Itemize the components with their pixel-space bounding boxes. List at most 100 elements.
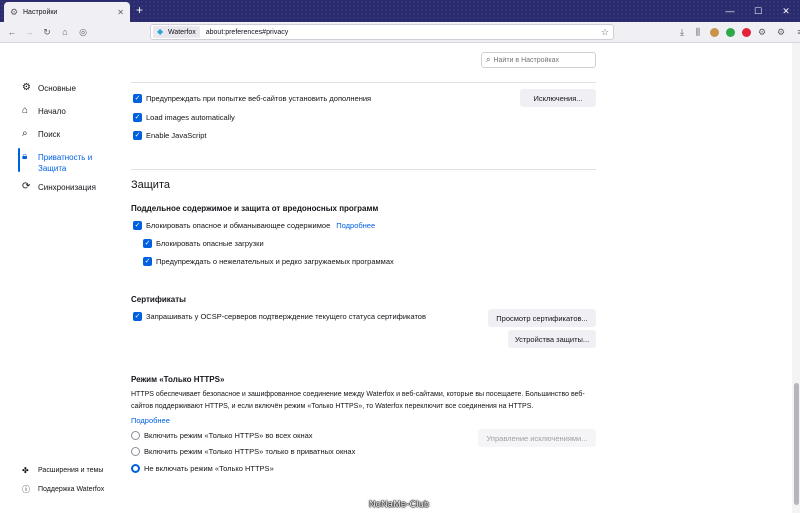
nav-bar: ← → ↻ ⌂ ◎ ◆ Waterfox about:preferences#p… [0, 22, 800, 43]
view-certificates-button[interactable]: Просмотр сертификатов... [488, 309, 596, 327]
home-icon: ⌂ [22, 105, 29, 116]
option-label: Включить режим «Только HTTPS» во всех ок… [144, 431, 313, 440]
menu-icon[interactable]: ≡ [792, 25, 800, 39]
toolbar-right: ⤓ ⫼ ⚙ ⚙ ≡ [674, 25, 800, 39]
tab-title: Настройки [23, 8, 58, 16]
extension-icon[interactable] [706, 25, 722, 39]
reload-icon[interactable]: ↻ [40, 25, 54, 39]
minimize-button[interactable]: — [716, 0, 744, 22]
window-controls: — ☐ ✕ [716, 0, 800, 22]
enable-js-option[interactable]: ✓ Enable JavaScript [133, 131, 206, 140]
sidebar-footer-label: Расширения и темы [38, 467, 104, 474]
option-label: Включить режим «Только HTTPS» только в п… [144, 447, 356, 456]
checkbox-checked[interactable]: ✓ [133, 113, 142, 122]
tab-bar: ⚙ Настройки ✕ + — ☐ ✕ [0, 0, 800, 22]
scrollbar-thumb[interactable] [794, 383, 799, 505]
checkbox-checked[interactable]: ✓ [133, 312, 142, 321]
checkbox-checked[interactable]: ✓ [143, 239, 152, 248]
active-indicator [18, 148, 20, 172]
https-heading: Режим «Только HTTPS» [131, 375, 225, 384]
sidebar: ⚙ Основные ⌂ Начало ⌕ Поиск 🔒︎ Приватнос… [22, 83, 122, 205]
security-devices-button[interactable]: Устройства защиты... [508, 330, 596, 348]
sidebar-item-label: Поиск [38, 130, 61, 139]
sidebar-footer: ✤ Расширения и темы ⓘ Поддержка Waterfox [22, 461, 104, 499]
close-window-button[interactable]: ✕ [772, 0, 800, 22]
back-icon[interactable]: ← [5, 25, 19, 39]
watermark: NoNaMe-Club [369, 499, 430, 509]
reader-icon[interactable]: ◎ [76, 25, 90, 39]
warn-addons-option[interactable]: ✓ Предупреждать при попытке веб-сайтов у… [133, 94, 371, 103]
sidebar-item-addons[interactable]: ✤ Расширения и темы [22, 461, 104, 480]
https-description: HTTPS обеспечивает безопасное и зашифров… [131, 391, 585, 410]
settings-icon[interactable]: ⚙ [770, 25, 792, 39]
puzzle-icon: ✤ [22, 466, 29, 475]
sidebar-item-search[interactable]: ⌕ Поиск [22, 129, 122, 152]
certificates-heading: Сертификаты [131, 295, 186, 304]
option-label: Предупреждать о нежелательных и редко за… [156, 257, 394, 266]
main-content: ✓ Предупреждать при попытке веб-сайтов у… [131, 43, 599, 513]
forward-icon[interactable]: → [22, 25, 36, 39]
radio-button[interactable] [131, 431, 140, 440]
checkbox-checked[interactable]: ✓ [133, 94, 142, 103]
option-label: Блокировать опасные загрузки [156, 239, 264, 248]
url-bar[interactable]: ◆ Waterfox about:preferences#privacy ☆ [150, 24, 614, 40]
sidebar-item-home[interactable]: ⌂ Начало [22, 106, 122, 129]
extension-icon[interactable]: ⚙ [754, 25, 770, 39]
option-label: Блокировать опасное и обманывающее содер… [146, 221, 331, 230]
https-option-all[interactable]: Включить режим «Только HTTPS» во всех ок… [131, 431, 313, 440]
sidebar-item-sync[interactable]: ⟳ Синхронизация [22, 182, 122, 205]
maximize-button[interactable]: ☐ [744, 0, 772, 22]
sync-icon: ⟳ [22, 181, 31, 192]
sidebar-footer-label: Поддержка Waterfox [38, 486, 105, 493]
new-tab-button[interactable]: + [136, 4, 143, 16]
url-text[interactable]: about:preferences#privacy [206, 29, 601, 36]
checkbox-checked[interactable]: ✓ [133, 131, 142, 140]
exceptions-button[interactable]: Исключения... [520, 89, 596, 107]
tab-settings[interactable]: ⚙ Настройки ✕ [4, 2, 130, 22]
library-icon[interactable]: ⫼ [690, 25, 706, 39]
gear-icon: ⚙ [10, 6, 19, 17]
close-tab-icon[interactable]: ✕ [117, 8, 124, 17]
https-option-off[interactable]: Не включать режим «Только HTTPS» [131, 464, 274, 473]
extension-icon[interactable] [722, 25, 738, 39]
divider [131, 169, 596, 170]
scrollbar[interactable] [792, 43, 800, 513]
option-label: Load images automatically [146, 113, 235, 122]
learn-more-link[interactable]: Подробнее [131, 416, 170, 425]
waterfox-logo-icon: ◆ [157, 27, 164, 36]
identity-label: Waterfox [168, 28, 196, 36]
sidebar-item-label: Основные [38, 84, 76, 93]
search-icon: ⌕ [22, 128, 28, 139]
identity-box[interactable]: ◆ Waterfox [153, 26, 200, 38]
section-title-security: Защита [131, 179, 170, 191]
block-downloads-option[interactable]: ✓ Блокировать опасные загрузки [143, 239, 264, 248]
sidebar-item-privacy[interactable]: 🔒︎ Приватность и Защита [22, 152, 122, 182]
sidebar-item-general[interactable]: ⚙ Основные [22, 83, 122, 106]
download-icon[interactable]: ⤓ [674, 25, 690, 39]
lock-icon: 🔒︎ [22, 151, 28, 162]
checkbox-checked[interactable]: ✓ [143, 257, 152, 266]
block-dangerous-option[interactable]: ✓ Блокировать опасное и обманывающее сод… [133, 221, 375, 230]
home-icon[interactable]: ⌂ [58, 25, 72, 39]
preferences-page: ⌕ ⚙ Основные ⌂ Начало ⌕ Поиск 🔒︎ Приватн… [0, 43, 800, 513]
deceptive-heading: Поддельное содержимое и защита от вредон… [131, 204, 379, 213]
sidebar-item-label: Приватность и Защита [38, 153, 93, 173]
warn-unwanted-option[interactable]: ✓ Предупреждать о нежелательных и редко … [143, 257, 394, 266]
radio-button[interactable] [131, 447, 140, 456]
option-label: Предупреждать при попытке веб-сайтов уст… [146, 94, 372, 103]
option-label: Не включать режим «Только HTTPS» [144, 464, 274, 473]
https-option-private[interactable]: Включить режим «Только HTTPS» только в п… [131, 447, 355, 456]
option-label: Запрашивать у OCSP-серверов подтверждени… [146, 312, 426, 321]
gear-icon: ⚙ [22, 82, 31, 93]
radio-button-selected[interactable] [131, 464, 140, 473]
sidebar-item-label: Синхронизация [38, 183, 96, 192]
ocsp-option[interactable]: ✓ Запрашивать у OCSP-серверов подтвержде… [133, 312, 426, 321]
learn-more-link[interactable]: Подробнее [336, 221, 375, 230]
sidebar-item-label: Начало [38, 107, 66, 116]
extension-icon[interactable] [738, 25, 754, 39]
sidebar-item-support[interactable]: ⓘ Поддержка Waterfox [22, 480, 104, 499]
load-images-option[interactable]: ✓ Load images automatically [133, 113, 235, 122]
bookmark-star-icon[interactable]: ☆ [601, 27, 609, 38]
checkbox-checked[interactable]: ✓ [133, 221, 142, 230]
manage-exceptions-button[interactable]: Управление исключениями... [478, 429, 596, 447]
